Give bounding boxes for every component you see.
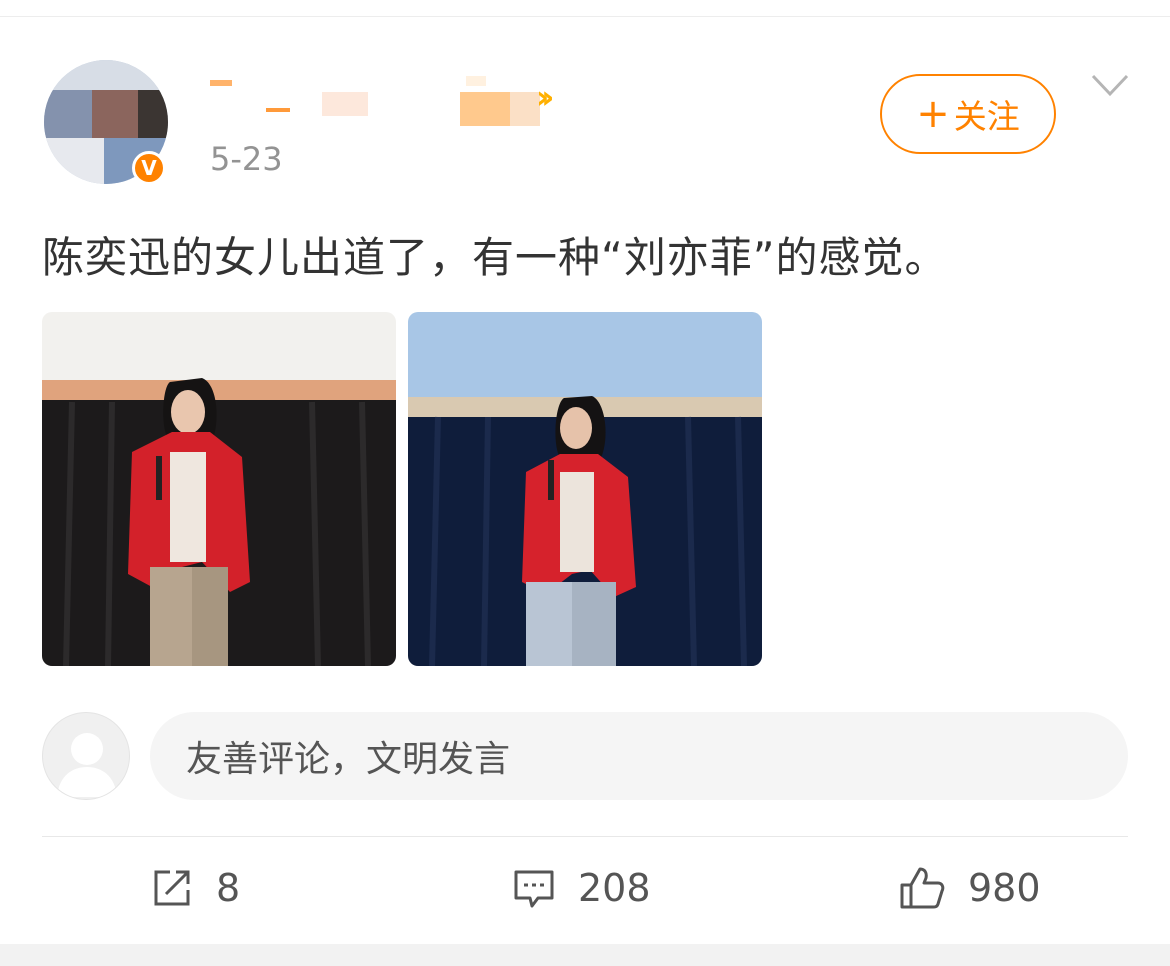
repost-button[interactable]: 8 bbox=[150, 862, 240, 914]
like-button[interactable]: 980 bbox=[898, 862, 1041, 914]
like-icon bbox=[900, 867, 945, 909]
post-content: 陈奕迅的女儿出道了，有一种“刘亦菲”的感觉。 bbox=[42, 233, 948, 282]
chevron-down-icon[interactable] bbox=[1090, 70, 1130, 100]
comment-input[interactable]: 友善评论，文明发言 bbox=[150, 712, 1128, 800]
comment-count: 208 bbox=[578, 866, 651, 910]
repost-icon bbox=[154, 870, 190, 906]
verified-badge-icon: V bbox=[132, 151, 166, 185]
vip-chevron-icon: ›› bbox=[536, 78, 555, 116]
post-timestamp: 5-23 bbox=[210, 140, 283, 178]
follow-button[interactable]: + 关注 bbox=[880, 74, 1056, 154]
like-count: 980 bbox=[968, 866, 1041, 910]
plus-icon: + bbox=[916, 91, 950, 137]
repost-count: 8 bbox=[216, 866, 241, 910]
post-image-2[interactable] bbox=[408, 312, 762, 666]
actions-divider bbox=[42, 836, 1128, 837]
top-divider bbox=[0, 16, 1170, 17]
comment-placeholder: 友善评论，文明发言 bbox=[186, 739, 511, 780]
bottom-separator bbox=[0, 944, 1170, 966]
author-name-redacted[interactable] bbox=[210, 74, 570, 126]
follow-label: 关注 bbox=[953, 97, 1020, 136]
my-avatar[interactable] bbox=[42, 712, 130, 800]
comment-icon bbox=[514, 870, 554, 908]
default-avatar-icon bbox=[57, 733, 117, 797]
post-image-1[interactable] bbox=[42, 312, 396, 666]
comment-button[interactable]: 208 bbox=[512, 862, 651, 914]
